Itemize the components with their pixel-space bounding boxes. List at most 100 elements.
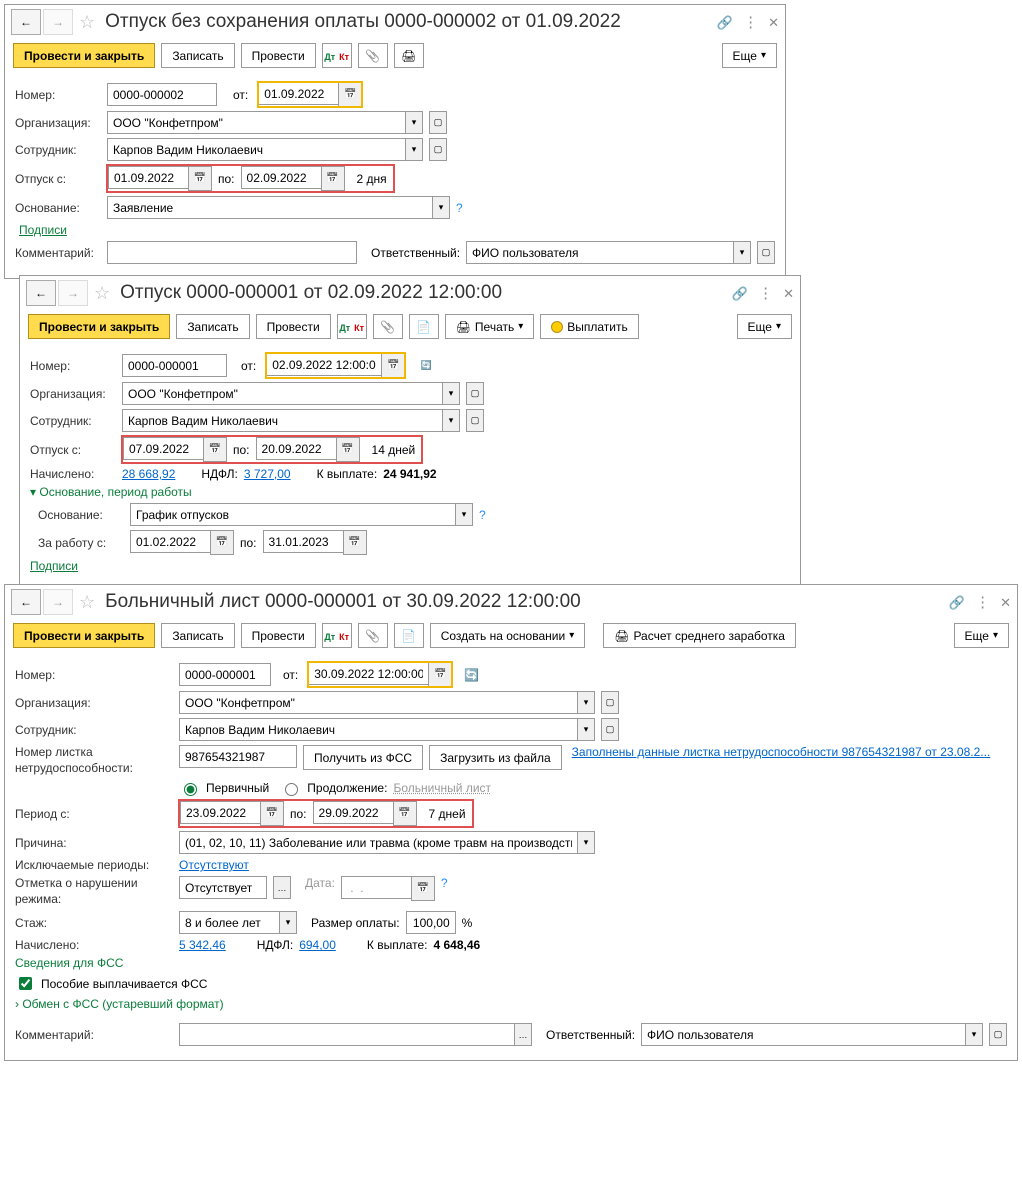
nav-forward-button[interactable]: → bbox=[43, 9, 73, 35]
calendar-icon[interactable] bbox=[393, 801, 417, 826]
date-input[interactable] bbox=[258, 82, 338, 105]
help-icon[interactable]: ? bbox=[456, 201, 463, 215]
close-icon[interactable] bbox=[1000, 594, 1011, 611]
dropdown-icon[interactable]: ▾ bbox=[405, 111, 423, 134]
calendar-icon[interactable] bbox=[343, 530, 367, 555]
dropdown-icon[interactable]: ▾ bbox=[577, 831, 595, 854]
star-icon[interactable]: ☆ bbox=[94, 283, 110, 304]
resp-input[interactable] bbox=[641, 1023, 965, 1046]
more-button[interactable]: Еще bbox=[954, 623, 1009, 648]
open-icon[interactable]: ▢ bbox=[601, 691, 619, 714]
sheet-no-input[interactable] bbox=[179, 745, 297, 768]
org-input[interactable] bbox=[122, 382, 442, 405]
period-from-input[interactable] bbox=[180, 801, 260, 824]
calendar-icon[interactable] bbox=[210, 530, 234, 555]
doc-button[interactable] bbox=[394, 623, 424, 648]
date-input[interactable] bbox=[266, 353, 381, 376]
vac-to-input[interactable] bbox=[241, 166, 321, 189]
attach-button[interactable] bbox=[373, 314, 403, 339]
write-button[interactable]: Записать bbox=[161, 623, 234, 648]
viol-input[interactable] bbox=[179, 876, 267, 899]
open-icon[interactable]: ▢ bbox=[989, 1023, 1007, 1046]
dropdown-icon[interactable]: ▾ bbox=[577, 718, 595, 741]
dropdown-icon[interactable]: ▾ bbox=[965, 1023, 983, 1046]
org-input[interactable] bbox=[179, 691, 577, 714]
open-icon[interactable]: ▢ bbox=[466, 382, 484, 405]
calendar-icon[interactable] bbox=[411, 876, 435, 901]
basis-section-toggle[interactable]: ▾ Основание, период работы bbox=[30, 485, 192, 499]
refresh-icon[interactable]: 🔄 bbox=[417, 354, 435, 377]
select-icon[interactable]: … bbox=[514, 1023, 532, 1046]
open-icon[interactable]: ▢ bbox=[601, 718, 619, 741]
attach-button[interactable] bbox=[358, 43, 388, 68]
more-button[interactable]: Еще bbox=[722, 43, 777, 68]
ndfl-link[interactable]: 694,00 bbox=[299, 938, 336, 952]
write-button[interactable]: Записать bbox=[176, 314, 249, 339]
help-icon[interactable]: ? bbox=[441, 876, 448, 890]
signatures-link[interactable]: Подписи bbox=[30, 559, 78, 573]
dtkt-button[interactable] bbox=[337, 314, 367, 339]
dropdown-icon[interactable]: ▾ bbox=[279, 911, 297, 934]
basis-input[interactable] bbox=[107, 196, 432, 219]
open-icon[interactable]: ▢ bbox=[466, 409, 484, 432]
exp-input[interactable] bbox=[179, 911, 279, 934]
dtkt-button[interactable] bbox=[322, 623, 352, 648]
number-input[interactable] bbox=[179, 663, 271, 686]
nav-back-button[interactable]: ← bbox=[26, 280, 56, 306]
post-button[interactable]: Провести bbox=[241, 623, 316, 648]
open-icon[interactable]: ▢ bbox=[429, 111, 447, 134]
vac-from-input[interactable] bbox=[108, 166, 188, 189]
dropdown-icon[interactable]: ▾ bbox=[405, 138, 423, 161]
calendar-icon[interactable] bbox=[188, 166, 212, 191]
post-close-button[interactable]: Провести и закрыть bbox=[13, 43, 155, 68]
fss-exchange-toggle[interactable]: › Обмен с ФСС (устаревший формат) bbox=[15, 997, 224, 1011]
accrued-link[interactable]: 5 342,46 bbox=[179, 938, 226, 952]
nav-forward-button[interactable]: → bbox=[43, 589, 73, 615]
dropdown-icon[interactable]: ▾ bbox=[455, 503, 473, 526]
work-to-input[interactable] bbox=[263, 530, 343, 553]
print-menu-button[interactable]: Печать bbox=[445, 314, 535, 339]
post-button[interactable]: Провести bbox=[241, 43, 316, 68]
calendar-icon[interactable] bbox=[336, 437, 360, 462]
nav-forward-button[interactable]: → bbox=[58, 280, 88, 306]
calendar-icon[interactable] bbox=[321, 166, 345, 191]
nav-back-button[interactable]: ← bbox=[11, 9, 41, 35]
excl-link[interactable]: Отсутствуют bbox=[179, 858, 249, 872]
fss-paid-checkbox[interactable] bbox=[19, 977, 32, 990]
work-from-input[interactable] bbox=[130, 530, 210, 553]
comment-input[interactable] bbox=[179, 1023, 514, 1046]
pay-size-input[interactable] bbox=[406, 911, 456, 934]
print-button[interactable] bbox=[394, 43, 424, 68]
comment-input[interactable] bbox=[107, 241, 357, 264]
open-icon[interactable]: ▢ bbox=[429, 138, 447, 161]
vac-from-input[interactable] bbox=[123, 437, 203, 460]
star-icon[interactable]: ☆ bbox=[79, 12, 95, 33]
avg-calc-button[interactable]: Расчет среднего заработка bbox=[603, 623, 796, 648]
close-icon[interactable] bbox=[768, 14, 779, 31]
doc-button[interactable] bbox=[409, 314, 439, 339]
emp-input[interactable] bbox=[179, 718, 577, 741]
load-file-button[interactable]: Загрузить из файла bbox=[429, 745, 562, 770]
basis-input[interactable] bbox=[130, 503, 455, 526]
nav-back-button[interactable]: ← bbox=[11, 589, 41, 615]
dropdown-icon[interactable]: ▾ bbox=[442, 409, 460, 432]
calendar-icon[interactable] bbox=[381, 353, 405, 378]
org-input[interactable] bbox=[107, 111, 405, 134]
create-based-button[interactable]: Создать на основании bbox=[430, 623, 586, 648]
period-to-input[interactable] bbox=[313, 801, 393, 824]
dtkt-button[interactable] bbox=[322, 43, 352, 68]
link-icon[interactable] bbox=[949, 594, 965, 611]
open-icon[interactable]: ▢ bbox=[757, 241, 775, 264]
refresh-icon[interactable]: 🔄 bbox=[464, 668, 479, 682]
menu-icon[interactable] bbox=[975, 593, 990, 611]
calendar-icon[interactable] bbox=[428, 662, 452, 687]
number-input[interactable] bbox=[107, 83, 217, 106]
vac-to-input[interactable] bbox=[256, 437, 336, 460]
dropdown-icon[interactable]: ▾ bbox=[577, 691, 595, 714]
link-icon[interactable] bbox=[717, 14, 733, 31]
calendar-icon[interactable] bbox=[338, 82, 362, 107]
post-close-button[interactable]: Провести и закрыть bbox=[13, 623, 155, 648]
write-button[interactable]: Записать bbox=[161, 43, 234, 68]
get-fss-button[interactable]: Получить из ФСС bbox=[303, 745, 423, 770]
star-icon[interactable]: ☆ bbox=[79, 592, 95, 613]
